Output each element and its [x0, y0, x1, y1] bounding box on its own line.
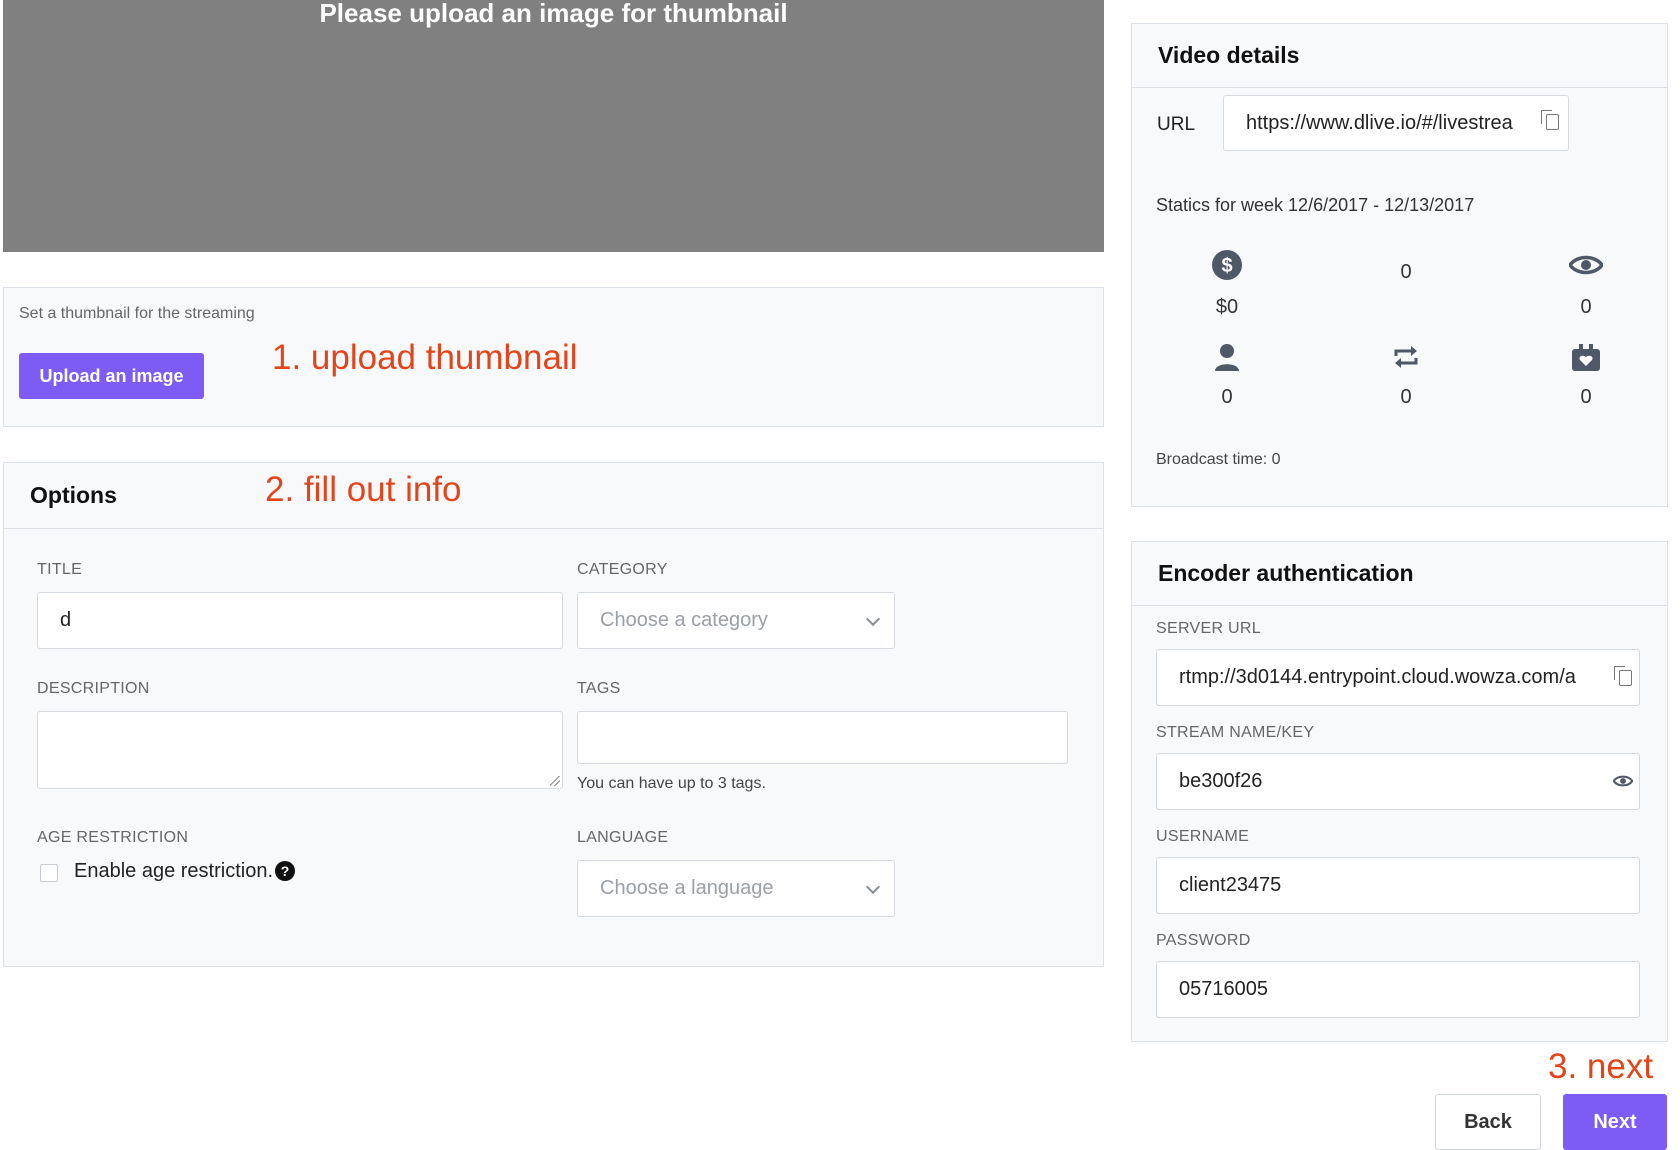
language-select[interactable]: Choose a language	[577, 860, 895, 917]
category-placeholder: Choose a category	[600, 609, 768, 631]
url-field[interactable]: https://www.dlive.io/#/livestrea	[1223, 95, 1569, 151]
chevron-down-icon	[865, 611, 881, 626]
age-restriction-checkbox-label[interactable]: Enable age restriction.	[74, 860, 273, 883]
video-details-title: Video details	[1158, 42, 1300, 68]
server-url-label: SERVER URL	[1156, 620, 1261, 637]
url-value: https://www.dlive.io/#/livestrea	[1246, 111, 1513, 134]
next-button[interactable]: Next	[1563, 1094, 1667, 1150]
svg-text:$: $	[1221, 255, 1232, 277]
title-label: TITLE	[37, 561, 83, 578]
video-details-panel: Video details URL https://www.dlive.io/#…	[1131, 23, 1668, 507]
annotation-step-1: 1. upload thumbnail	[272, 338, 578, 377]
encoder-title: Encoder authentication	[1158, 560, 1414, 586]
password-field[interactable]: 05716005	[1156, 961, 1640, 1018]
help-icon[interactable]: ?	[275, 861, 295, 881]
server-url-value: rtmp://3d0144.entrypoint.cloud.wowza.com…	[1179, 666, 1576, 688]
title-input[interactable]: d	[37, 592, 563, 649]
stat-value-views: 0	[1580, 296, 1592, 318]
stream-key-field[interactable]: be300f26	[1156, 753, 1640, 810]
options-panel: Options TITLE d CATEGORY Choose a catego…	[3, 462, 1104, 967]
thumbnail-preview-message: Please upload an image for thumbnail	[319, 0, 788, 28]
encoder-panel: Encoder authentication SERVER URL rtmp:/…	[1131, 541, 1668, 1042]
eye-icon	[1569, 248, 1603, 282]
stat-value-earnings: $0	[1215, 296, 1239, 318]
eye-icon[interactable]	[1611, 764, 1635, 798]
repost-icon	[1389, 340, 1423, 374]
chevron-down-icon	[865, 879, 881, 894]
category-select[interactable]: Choose a category	[577, 592, 895, 649]
back-button[interactable]: Back	[1435, 1094, 1541, 1150]
language-label: LANGUAGE	[577, 829, 669, 846]
stat-value-gifts: 0	[1580, 386, 1592, 408]
annotation-step-2: 2. fill out info	[265, 470, 462, 509]
broadcast-time: Broadcast time: 0	[1156, 451, 1281, 468]
video-details-header: Video details	[1132, 24, 1667, 88]
stats-week: Statics for week 12/6/2017 - 12/13/2017	[1156, 195, 1475, 215]
username-field[interactable]: client23475	[1156, 857, 1640, 914]
options-header: Options	[4, 463, 1103, 529]
age-restriction-checkbox[interactable]	[40, 864, 58, 882]
thumbnail-hint: Set a thumbnail for the streaming	[19, 305, 255, 322]
url-label: URL	[1157, 114, 1196, 135]
stream-key-label: STREAM NAME/KEY	[1156, 724, 1315, 741]
description-label: DESCRIPTION	[37, 680, 150, 697]
password-label: PASSWORD	[1156, 932, 1251, 949]
gift-icon	[1569, 340, 1603, 374]
language-placeholder: Choose a language	[600, 877, 774, 899]
category-label: CATEGORY	[577, 561, 668, 578]
description-textarea[interactable]	[37, 711, 563, 789]
encoder-header: Encoder authentication	[1132, 542, 1667, 606]
annotation-step-3: 3. next	[1548, 1047, 1654, 1086]
tags-hint: You can have up to 3 tags.	[577, 775, 766, 792]
server-url-field[interactable]: rtmp://3d0144.entrypoint.cloud.wowza.com…	[1156, 649, 1640, 706]
stat-value-followers: 0	[1221, 386, 1233, 408]
stream-key-value: be300f26	[1179, 770, 1263, 792]
thumbnail-preview: Please upload an image for thumbnail	[3, 0, 1104, 252]
resize-handle-icon[interactable]	[550, 776, 560, 786]
upload-image-button[interactable]: Upload an image	[19, 353, 204, 399]
stat-value-reposts: 0	[1400, 386, 1412, 408]
username-label: USERNAME	[1156, 828, 1250, 845]
tags-label: TAGS	[577, 680, 621, 697]
stat-value-count: 0	[1400, 261, 1412, 283]
user-icon	[1210, 340, 1244, 374]
dollar-icon: $	[1210, 248, 1244, 282]
copy-icon[interactable]	[1614, 666, 1632, 686]
tags-input[interactable]	[577, 711, 1068, 764]
options-title: Options	[30, 482, 117, 508]
age-restriction-label: AGE RESTRICTION	[37, 829, 189, 846]
copy-icon[interactable]	[1541, 110, 1559, 130]
